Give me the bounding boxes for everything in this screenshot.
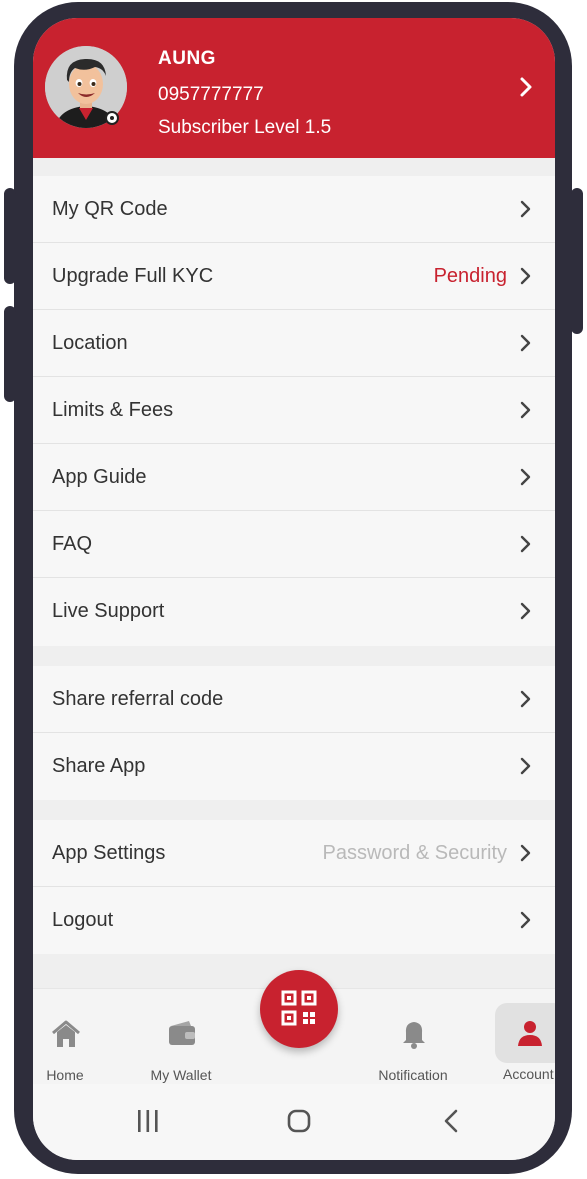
recents-icon[interactable]: [135, 1108, 161, 1134]
nav-my-wallet[interactable]: My Wallet: [133, 989, 229, 1085]
account-icon: [518, 1021, 542, 1046]
chevron-right-icon: [520, 690, 531, 708]
user-level: Subscriber Level 1.5: [158, 117, 332, 138]
menu-item-share-app[interactable]: Share App: [33, 733, 555, 800]
menu-item-label: App Settings: [52, 842, 166, 864]
chevron-right-icon: [520, 267, 531, 285]
volume-up-button: [4, 188, 16, 284]
home-icon: [52, 1020, 80, 1047]
nav-notification[interactable]: Notification: [365, 989, 461, 1085]
user-name: AUNG: [158, 48, 216, 69]
scan-qr-button[interactable]: [260, 970, 338, 1048]
menu-item-live-support[interactable]: Live Support: [33, 578, 555, 645]
menu-group-settings: App Settings Password & Security Logout: [33, 820, 555, 954]
settings-hint: Password & Security: [322, 842, 507, 864]
chevron-right-icon: [520, 334, 531, 352]
nav-home[interactable]: Home: [33, 989, 113, 1085]
menu-item-label: Upgrade Full KYC: [52, 265, 214, 287]
chevron-right-icon: [520, 468, 531, 486]
volume-down-button: [4, 306, 16, 402]
menu-item-label: App Guide: [52, 466, 147, 488]
menu-group-share: Share referral code Share App: [33, 666, 555, 800]
menu-item-faq[interactable]: FAQ: [33, 511, 555, 578]
profile-header[interactable]: AUNG 0957777777 Subscriber Level 1.5: [33, 18, 555, 158]
menu-item-label: Limits & Fees: [52, 399, 174, 421]
chevron-right-icon: [520, 401, 531, 419]
menu-item-label: Location: [52, 332, 128, 354]
menu-item-label: FAQ: [52, 533, 93, 555]
kyc-status-badge: Pending: [433, 265, 507, 287]
app-screen: AUNG 0957777777 Subscriber Level 1.5 My …: [33, 18, 555, 1160]
nav-account[interactable]: Account: [481, 988, 555, 1084]
menu-item-app-settings[interactable]: App Settings Password & Security: [33, 820, 555, 887]
user-phone: 0957777777: [158, 84, 264, 105]
nav-label: Notification: [378, 1067, 448, 1083]
back-icon[interactable]: [439, 1108, 465, 1134]
menu-item-label: Logout: [52, 909, 114, 931]
menu-item-my-qr-code[interactable]: My QR Code: [33, 176, 555, 243]
menu-group-account: My QR Code Upgrade Full KYC Pending Loca…: [33, 176, 555, 646]
chevron-right-icon: [520, 602, 531, 620]
system-navigation-bar: [33, 1084, 555, 1160]
nav-label: Account: [503, 1066, 554, 1082]
chevron-right-icon: [520, 911, 531, 929]
menu-item-limits-fees[interactable]: Limits & Fees: [33, 377, 555, 444]
chevron-right-icon[interactable]: [515, 74, 537, 100]
chevron-right-icon: [520, 757, 531, 775]
menu-item-logout[interactable]: Logout: [33, 887, 555, 954]
circle-home-icon[interactable]: [286, 1108, 312, 1134]
chevron-right-icon: [520, 200, 531, 218]
menu-item-location[interactable]: Location: [33, 310, 555, 377]
menu-item-label: Share referral code: [52, 688, 224, 710]
power-button: [571, 188, 583, 334]
menu-item-label: Share App: [52, 755, 146, 777]
chevron-right-icon: [520, 844, 531, 862]
bell-icon: [403, 1022, 425, 1049]
menu-item-label: My QR Code: [52, 198, 168, 220]
menu-item-share-referral-code[interactable]: Share referral code: [33, 666, 555, 733]
menu-item-upgrade-kyc[interactable]: Upgrade Full KYC Pending: [33, 243, 555, 310]
menu-item-label: Live Support: [52, 600, 165, 622]
chevron-right-icon: [520, 535, 531, 553]
avatar-status-indicator: [105, 111, 119, 125]
wallet-icon: [169, 1021, 195, 1045]
nav-label: My Wallet: [150, 1067, 212, 1083]
qr-scan-icon: [281, 990, 317, 1026]
menu-item-app-guide[interactable]: App Guide: [33, 444, 555, 511]
nav-label: Home: [46, 1067, 84, 1083]
